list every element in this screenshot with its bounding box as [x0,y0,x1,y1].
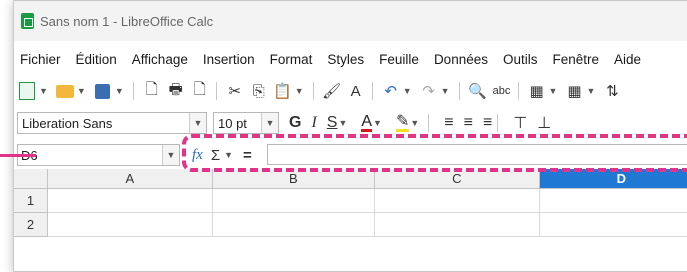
cell-d1[interactable] [539,189,687,213]
cell-c1[interactable] [375,189,540,213]
align-left-icon[interactable]: ≡ [444,114,453,132]
name-box[interactable]: D6 ▼ [17,144,180,166]
chevron-down-icon[interactable]: ▼ [39,86,48,96]
font-name-combo[interactable]: Liberation Sans ▼ [17,112,207,134]
find-replace-icon[interactable]: 🔍 [467,80,489,102]
bold-button[interactable]: G [289,114,301,132]
menu-donnees[interactable]: Données [434,52,488,67]
clear-formatting-icon[interactable]: A [345,80,367,102]
toolbar-separator [132,82,134,100]
highlight-color-icon[interactable]: ✎ [395,113,410,132]
copy-icon[interactable]: ⎘ [248,80,270,102]
menu-affichage[interactable]: Affichage [132,52,188,67]
row-header-1[interactable]: 1 [14,189,49,213]
formula-bar-highlight [182,134,687,172]
cell-d2[interactable] [539,213,687,237]
font-size-combo[interactable]: 10 pt ▼ [213,112,279,134]
align-top-icon[interactable]: ⊤ [513,113,527,133]
column-icon[interactable]: ▦ [563,80,585,102]
column-header-a[interactable]: A [48,169,213,189]
export-pdf-icon[interactable]: 🗋 [141,80,163,102]
standard-toolbar: ▼ ▼ ▼ 🗋 🖶 🗋 ✂ ⎘ 📋 ▼ 🖌 A ↶ ▼ ↷ ▼ 🔍 abc ▦ … [14,78,687,104]
title-bar: Sans nom 1 - LibreOffice Calc [14,1,687,41]
chevron-down-icon[interactable]: ▼ [586,86,595,96]
chevron-down-icon[interactable]: ▼ [549,86,558,96]
menu-aide[interactable]: Aide [614,52,641,67]
toolbar-separator [215,82,217,100]
menu-feuille[interactable]: Feuille [379,52,419,67]
chevron-down-icon[interactable]: ▼ [77,86,86,96]
chevron-down-icon[interactable]: ▼ [295,86,304,96]
chevron-down-icon[interactable]: ▼ [373,118,382,128]
cut-icon[interactable]: ✂ [224,80,246,102]
clone-formatting-icon[interactable]: 🖌 [321,80,343,102]
chevron-down-icon[interactable]: ▼ [338,118,347,128]
print-icon[interactable]: 🖶 [165,80,187,102]
paste-icon[interactable]: 📋 [272,80,294,102]
calc-window: Sans nom 1 - LibreOffice Calc Fichier Éd… [13,0,687,272]
toolbar-separator [371,82,373,100]
save-icon[interactable] [92,80,114,102]
menu-format[interactable]: Format [270,52,313,67]
undo-icon[interactable]: ↶ [380,80,402,102]
cell-c2[interactable] [375,213,540,237]
open-folder-icon[interactable] [54,80,76,102]
menu-outils[interactable]: Outils [503,52,538,67]
cell-a2[interactable] [48,213,213,237]
font-color-button[interactable]: A [361,113,373,132]
chevron-down-icon[interactable]: ▼ [403,86,412,96]
column-header-d[interactable]: D [539,169,687,189]
window-title: Sans nom 1 - LibreOffice Calc [40,13,214,29]
column-header-c[interactable]: C [375,169,540,189]
toolbar-separator [458,82,460,100]
column-header-row: A B C D [14,169,687,189]
table-row: 1 [14,189,687,213]
calc-app-icon [21,13,34,29]
spreadsheet-grid: A B C D 1 2 [14,169,687,271]
font-name-value: Liberation Sans [22,115,113,131]
font-size-value: 10 pt [218,115,247,131]
print-preview-icon[interactable]: 🗋 [189,80,211,102]
menu-insertion[interactable]: Insertion [203,52,255,67]
menu-edition[interactable]: Édition [76,52,117,67]
toolbar-separator [312,82,314,100]
align-center-icon[interactable]: ≡ [464,114,473,132]
toolbar-separator [497,114,499,132]
chevron-down-icon[interactable]: ▼ [115,86,124,96]
chevron-down-icon[interactable]: ▼ [261,113,278,133]
align-right-icon[interactable]: ≡ [483,114,492,132]
menu-fenetre[interactable]: Fenêtre [553,52,600,67]
menu-bar: Fichier Édition Affichage Insertion Form… [14,47,687,71]
chevron-down-icon[interactable]: ▼ [410,118,419,128]
cell-a1[interactable] [48,189,213,213]
new-spreadsheet-icon[interactable] [16,80,38,102]
chevron-down-icon[interactable]: ▼ [441,86,450,96]
chevron-down-icon[interactable]: ▼ [162,145,179,165]
cell-b2[interactable] [212,213,376,237]
table-row: 2 [14,213,687,237]
callout-pointer-line [0,154,36,157]
redo-icon[interactable]: ↷ [418,80,440,102]
row-icon[interactable]: ▦ [526,80,548,102]
column-header-b[interactable]: B [212,169,376,189]
menu-fichier[interactable]: Fichier [20,52,61,67]
italic-button[interactable]: I [311,114,316,132]
spelling-icon[interactable]: abc [491,80,513,102]
menu-styles[interactable]: Styles [327,52,364,67]
row-header-2[interactable]: 2 [14,213,49,237]
cell-b1[interactable] [212,189,376,213]
toolbar-separator [517,82,519,100]
select-all-corner[interactable] [14,169,49,189]
toolbar-separator [428,114,430,132]
underline-button[interactable]: S [327,114,338,132]
chevron-down-icon[interactable]: ▼ [189,113,206,133]
formatting-toolbar: Liberation Sans ▼ 10 pt ▼ G I S ▼ A ▼ ✎ … [14,110,687,136]
sort-icon[interactable]: ⇅ [601,80,623,102]
align-middle-icon[interactable]: ⊥ [537,113,551,133]
